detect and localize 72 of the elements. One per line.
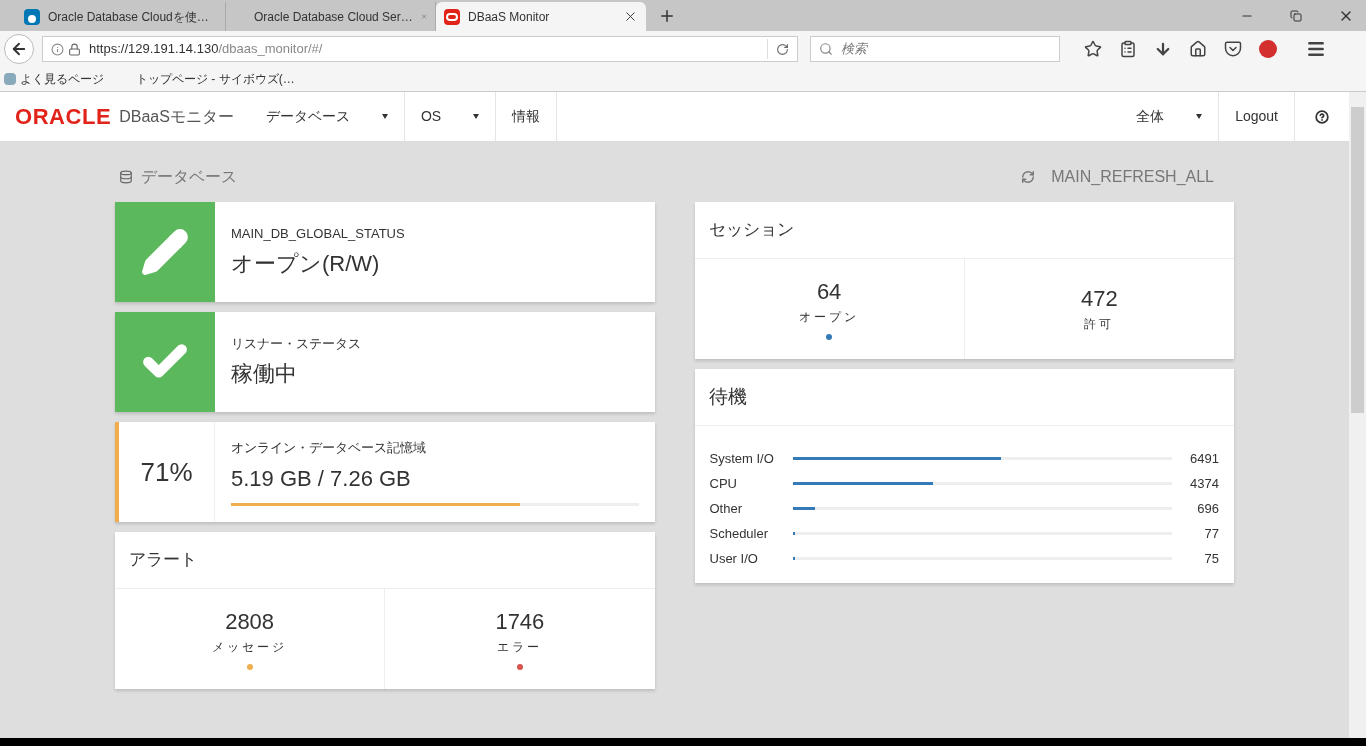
nav-menu-item[interactable]: データベース (249, 92, 405, 141)
new-tab-icon[interactable] (658, 7, 676, 25)
linkedin-icon (24, 8, 40, 25)
card-value: オープン(R/W) (231, 250, 381, 279)
back-button[interactable] (4, 34, 34, 64)
wait-value: 6491 (1189, 449, 1219, 468)
refresh-icon (1021, 170, 1036, 184)
reading-list-icon[interactable] (1119, 40, 1137, 58)
stat-label: メッセージ (212, 639, 288, 656)
stat-value: 2808 (225, 608, 275, 636)
caret-icon (381, 114, 388, 119)
app-title: DBaaSモニター (119, 106, 234, 127)
card-title: アラート (129, 549, 197, 572)
lock-icon (68, 42, 81, 56)
wait-name: System I/O (709, 449, 775, 468)
nav-menu-item[interactable]: 全体 (1120, 92, 1220, 141)
card-title: セッション (708, 219, 794, 242)
search-placeholder: 検索 (841, 40, 867, 59)
address-field[interactable]: https://129.191.14.130/dbaas_monitor/#/ (42, 36, 798, 62)
card-label: オンライン・データベース記憶域 (231, 439, 427, 458)
stat-label: エラー (497, 639, 543, 656)
database-icon (119, 170, 133, 184)
card-label: リスナー・ステータス (231, 334, 361, 353)
tab-title: DBaaS Monitor (468, 8, 551, 26)
wait-name: Other (709, 499, 743, 518)
card-value: 5.19 GB / 7.26 GB (231, 464, 412, 493)
tab-title: Oracle Database Cloudを使… (48, 8, 209, 26)
wait-name: Scheduler (709, 524, 770, 543)
restore-icon[interactable] (1290, 9, 1302, 22)
info-icon (51, 42, 64, 56)
card-value: 稼働中 (231, 360, 298, 389)
stat-value: 64 (816, 278, 842, 306)
help-icon[interactable] (1315, 109, 1329, 124)
stat-label: 許可 (1084, 316, 1115, 333)
bookmark-icon (4, 73, 16, 85)
browser-tab[interactable]: DBaaS Monitor (436, 2, 646, 31)
nav-menu-item[interactable]: OS (404, 92, 497, 141)
nav-menu-item[interactable]: 情報 (496, 92, 558, 141)
bookmark-item[interactable]: よく見るページ (4, 70, 112, 88)
wait-name: User I/O (709, 549, 759, 568)
wait-value: 75 (1203, 549, 1219, 568)
card-title: 待機 (708, 384, 747, 409)
stat-value: 1746 (495, 608, 545, 636)
adblock-icon[interactable] (1259, 40, 1277, 58)
url-text: https://129.191.14.130/dbaas_monitor/#/ (89, 40, 323, 59)
search-field[interactable]: 検索 (810, 36, 1060, 62)
star-icon[interactable] (1084, 40, 1102, 58)
caret-icon (473, 114, 480, 119)
search-icon (819, 42, 833, 56)
pocket-icon[interactable] (1224, 40, 1242, 58)
menu-icon[interactable] (1306, 39, 1326, 59)
wait-value: 4374 (1189, 474, 1219, 493)
oracle-logo[interactable]: ORACLE (15, 105, 112, 128)
home-icon[interactable] (1189, 40, 1207, 58)
wait-value: 696 (1196, 499, 1219, 518)
stat-label: オープン (799, 309, 860, 326)
pencil-icon (140, 227, 190, 277)
wait-name: CPU (709, 474, 738, 493)
card-label: MAIN_DB_GLOBAL_STATUS (231, 224, 405, 243)
wait-value: 77 (1203, 524, 1219, 543)
bookmark-item[interactable]: トップページ - サイボウズ(… (120, 70, 303, 88)
caret-icon (1196, 114, 1203, 119)
reload-icon[interactable] (776, 42, 789, 56)
download-icon[interactable] (1154, 40, 1172, 58)
scrollbar[interactable] (1349, 92, 1366, 738)
stat-value: 472 (1081, 285, 1118, 313)
close-icon[interactable] (623, 9, 638, 24)
tab-title: Oracle Database Cloud Ser… (253, 8, 413, 26)
percent-value: 71% (140, 455, 193, 489)
section-title: データベース (141, 167, 237, 187)
nav-menu-item[interactable]: Logout (1219, 92, 1295, 141)
oracle-icon (444, 8, 460, 25)
